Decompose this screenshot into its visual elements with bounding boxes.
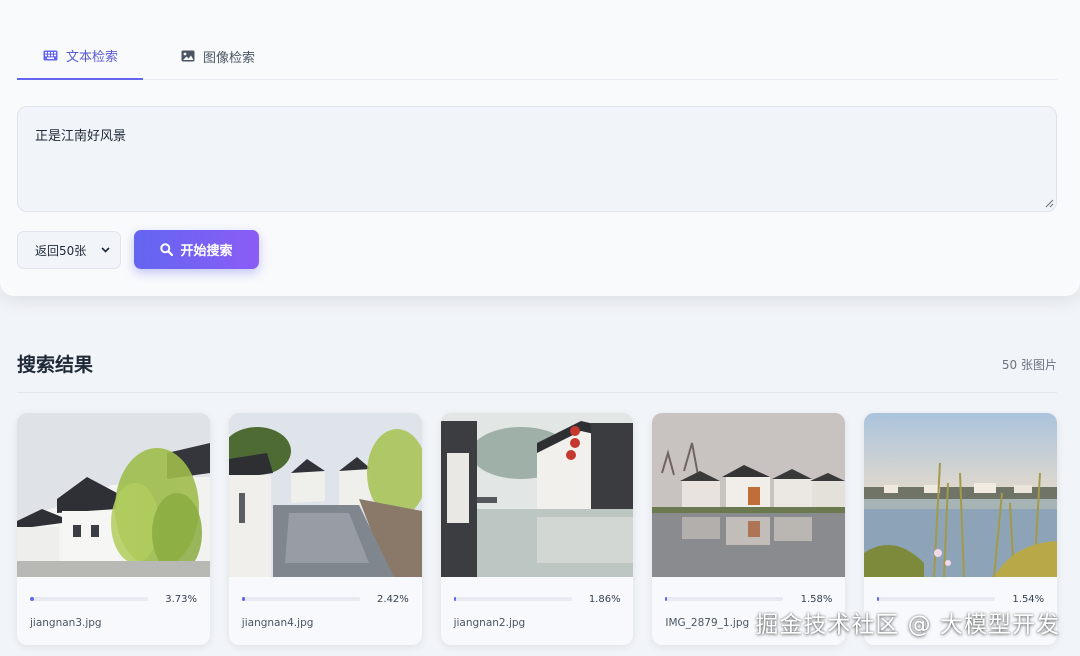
score-value: 2.42%	[377, 593, 409, 605]
score-value: 1.86%	[588, 593, 621, 605]
search-tabs: 文本检索 图像检索	[17, 32, 1057, 80]
result-thumbnail	[652, 413, 846, 577]
score-bar	[453, 597, 572, 601]
similarity-score: 1.58%	[665, 593, 832, 605]
result-filename: jiangnan2.jpg	[453, 617, 526, 629]
result-count-select[interactable]: 返回50张	[17, 231, 121, 269]
score-value: 1.54%	[1012, 593, 1045, 605]
chevron-down-icon	[101, 247, 110, 253]
score-bar-fill	[877, 597, 880, 601]
results-count: 50 张图片	[1001, 358, 1057, 372]
score-bar-fill	[30, 597, 34, 601]
score-bar	[665, 597, 784, 601]
tab-image-search[interactable]: 图像检索	[143, 32, 293, 80]
score-bar	[877, 597, 996, 601]
result-card[interactable]: 3.73% jiangnan3.jpg	[17, 413, 210, 645]
similarity-score: 3.73%	[30, 593, 197, 605]
watermark: 掘金技术社区 @ 大模型开发	[755, 612, 1060, 638]
score-value: 1.58%	[800, 593, 833, 605]
score-bar	[30, 597, 148, 601]
result-count-value: 返回50张	[35, 243, 87, 258]
result-filename: jiangnan4.jpg	[241, 617, 314, 629]
search-icon	[160, 243, 174, 256]
start-search-label: 开始搜索	[180, 244, 233, 259]
query-input[interactable]: 正是江南好风景	[17, 106, 1057, 212]
score-bar-fill	[665, 597, 668, 601]
result-thumbnail	[17, 413, 210, 577]
start-search-button[interactable]: 开始搜索	[134, 230, 259, 269]
score-bar	[241, 597, 360, 601]
keyboard-icon	[43, 50, 58, 60]
image-icon	[181, 50, 195, 62]
search-panel: 文本检索 图像检索 正是江南好风景 返回50张 开始搜索	[0, 0, 1080, 296]
result-thumbnail	[440, 413, 634, 577]
similarity-score: 2.42%	[241, 593, 409, 605]
result-filename: jiangnan3.jpg	[30, 617, 102, 629]
tab-text-label: 文本检索	[66, 49, 119, 65]
results-title: 搜索结果	[17, 354, 94, 376]
score-bar-fill	[453, 597, 456, 601]
similarity-score: 1.54%	[877, 593, 1044, 605]
similarity-score: 1.86%	[453, 593, 621, 605]
tab-image-label: 图像检索	[203, 50, 256, 66]
results-divider	[17, 392, 1057, 393]
result-thumbnail	[864, 413, 1057, 577]
result-card[interactable]: 1.86% jiangnan2.jpg	[440, 413, 634, 645]
result-thumbnail	[228, 413, 422, 577]
result-card[interactable]: 2.42% jiangnan4.jpg	[228, 413, 422, 645]
score-bar-fill	[241, 597, 245, 601]
score-value: 3.73%	[165, 593, 197, 605]
tab-text-search[interactable]: 文本检索	[17, 32, 143, 80]
result-filename: IMG_2879_1.jpg	[665, 617, 750, 629]
resize-handle-icon[interactable]	[1045, 199, 1054, 208]
